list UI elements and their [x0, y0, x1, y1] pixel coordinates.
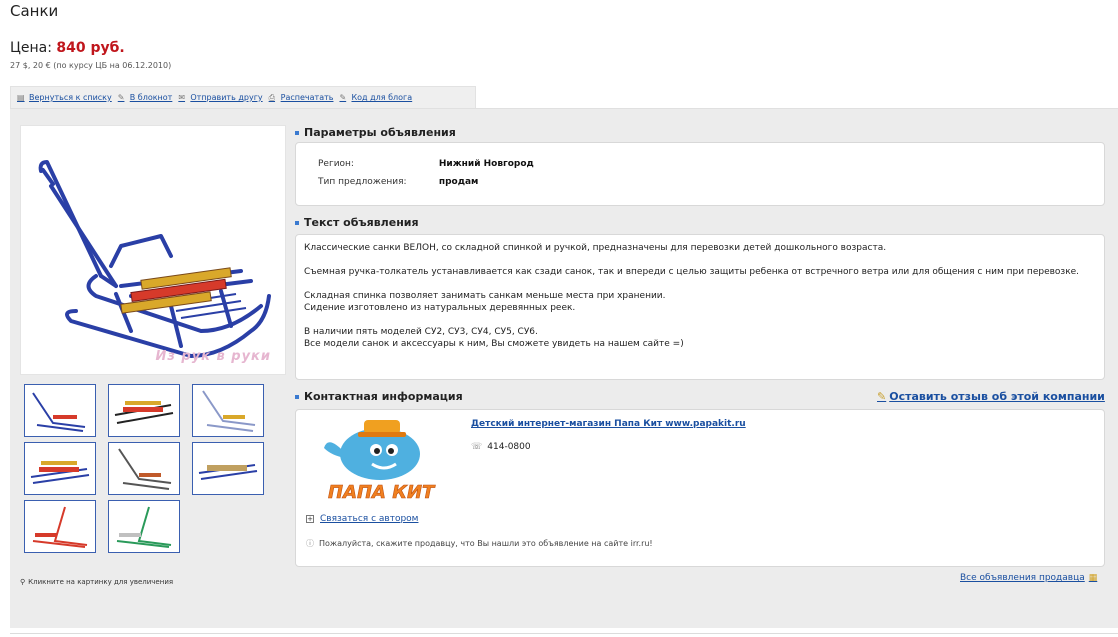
send-friend-link[interactable]: ✉ Отправить другу [178, 93, 262, 102]
params-heading-label: Параметры объявления [304, 126, 456, 139]
print-link[interactable]: ⎙ Распечатать [269, 93, 334, 102]
please-note: ⓘ Пожалуйста, скажите продавцу, что Вы н… [306, 538, 653, 549]
ad-line: Складная спинка позволяет занимать санка… [304, 291, 666, 301]
ad-paragraph: Складная спинка позволяет занимать санка… [304, 290, 1096, 314]
bullet-icon [295, 220, 299, 225]
list-icon: ▤ [17, 92, 25, 102]
sled-illustration [38, 160, 271, 358]
pencil-icon: ✎ [877, 390, 887, 403]
param-key: Регион: [318, 159, 354, 169]
contact-heading: Контактная информация [295, 390, 463, 403]
blog-code-label: Код для блога [351, 93, 413, 102]
ad-text-heading-label: Текст объявления [304, 216, 419, 229]
ad-paragraph: В наличии пять моделей СУ2, СУ3, СУ4, СУ… [304, 326, 1096, 350]
back-to-list-link[interactable]: ▤ Вернуться к списку [17, 93, 112, 102]
send-friend-label: Отправить другу [190, 93, 263, 102]
contact-author-link[interactable]: Связаться с автором [320, 514, 418, 524]
thumbnail[interactable] [108, 384, 180, 437]
param-value: Нижний Новгород [438, 159, 534, 169]
thumbnail[interactable] [24, 384, 96, 437]
bottom-divider [10, 633, 1118, 634]
all-seller-ads-label: Все объявления продавца [960, 573, 1085, 583]
print-icon: ⎙ [268, 92, 276, 102]
notepad-link[interactable]: ✎ В блокнот [118, 93, 173, 102]
params-box: Регион: Нижний Новгород Тип предложения:… [295, 142, 1105, 206]
main-product-image[interactable]: Из рук в руки [20, 125, 286, 375]
thumbnail[interactable] [24, 500, 96, 553]
ad-text-heading: Текст объявления [295, 216, 419, 229]
price-conversion: 27 $, 20 € (по курсу ЦБ на 06.12.2010) [10, 61, 172, 70]
thumbnail[interactable] [192, 442, 264, 495]
zoom-hint: ⚲ Кликните на картинку для увеличения [20, 578, 173, 586]
page-title: Санки [10, 2, 59, 20]
price-label: Цена: [10, 40, 52, 56]
param-row-offer-type: Тип предложения: продам [318, 177, 478, 187]
price-value: 840 руб. [56, 40, 125, 56]
thumbnail[interactable] [24, 442, 96, 495]
expand-icon[interactable]: + [306, 515, 314, 523]
company-logo: ПАПА КИТ [324, 420, 436, 503]
info-icon: ⓘ [306, 539, 314, 548]
bullet-icon [295, 394, 299, 399]
phone-icon: ☏ [471, 442, 483, 452]
thumbnail[interactable] [108, 500, 180, 553]
ad-line: Все модели санок и аксессуары к ним, Вы … [304, 339, 684, 349]
notepad-icon: ✎ [117, 92, 125, 102]
all-seller-ads-link[interactable]: Все объявления продавца ▦ [960, 573, 1097, 583]
ad-line: В наличии пять моделей СУ2, СУ3, СУ4, СУ… [304, 327, 538, 337]
params-heading: Параметры объявления [295, 126, 456, 139]
print-label: Распечатать [280, 93, 334, 102]
blog-icon: ✎ [339, 92, 347, 102]
param-value: продам [438, 177, 479, 187]
ad-line: Сидение изготовлено из натуральных дерев… [304, 303, 576, 313]
notepad-label: В блокнот [129, 93, 173, 102]
logo-text: ПАПА КИТ [328, 482, 436, 503]
contact-author: + Связаться с автором [306, 514, 418, 524]
watermark: Из рук в руки [155, 349, 271, 364]
phone-line: ☏ 414-0800 [471, 442, 531, 452]
ad-text-box: Классические санки ВЕЛОН, со складной сп… [295, 234, 1105, 380]
contact-box: ПАПА КИТ Детский интернет-магазин Папа К… [295, 409, 1105, 567]
please-note-text: Пожалуйста, скажите продавцу, что Вы наш… [319, 539, 653, 548]
price-line: Цена: 840 руб. [10, 40, 125, 56]
folder-icon: ▦ [1088, 573, 1098, 583]
ad-paragraph: Классические санки ВЕЛОН, со складной сп… [304, 243, 887, 253]
mail-icon: ✉ [178, 92, 186, 102]
blog-code-link[interactable]: ✎ Код для блога [339, 93, 412, 102]
leave-review-label: Оставить отзыв об этой компании [889, 390, 1105, 403]
action-toolbar: ▤ Вернуться к списку ✎ В блокнот ✉ Отпра… [10, 86, 476, 108]
thumbnail[interactable] [108, 442, 180, 495]
thumbnail[interactable] [192, 384, 264, 437]
zoom-hint-label: Кликните на картинку для увеличения [28, 578, 174, 586]
leave-review-link[interactable]: ✎ Оставить отзыв об этой компании [877, 390, 1105, 403]
contact-heading-label: Контактная информация [304, 390, 463, 403]
param-key: Тип предложения: [318, 177, 407, 187]
shop-name-link[interactable]: Детский интернет-магазин Папа Кит www.pa… [471, 419, 746, 429]
param-row-region: Регион: Нижний Новгород [318, 159, 534, 169]
phone-number: 414-0800 [487, 442, 531, 452]
back-to-list-label: Вернуться к списку [29, 93, 112, 102]
bullet-icon [295, 130, 299, 135]
magnifier-icon: ⚲ [20, 578, 26, 586]
ad-paragraph: Съемная ручка-толкатель устанавливается … [304, 267, 1080, 277]
